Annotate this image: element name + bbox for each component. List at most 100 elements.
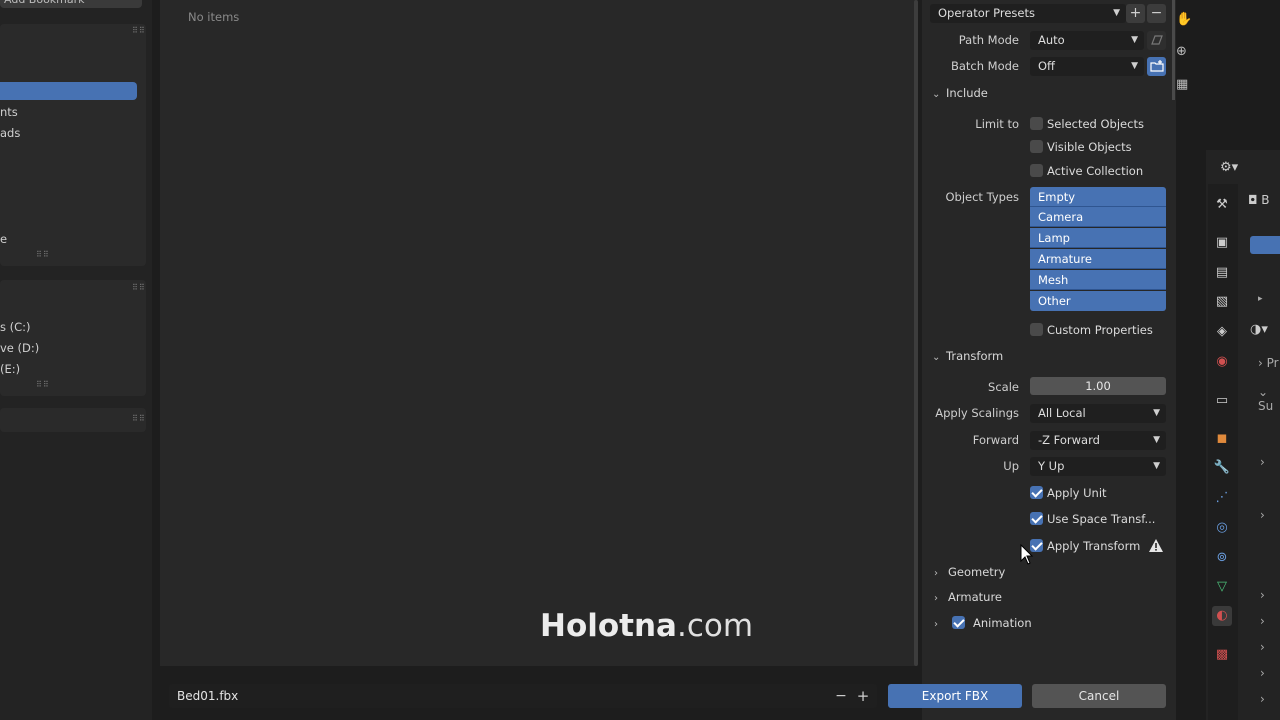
chevron-right-icon[interactable]: › Pr: [1258, 356, 1279, 370]
chevron-right-icon[interactable]: ›: [1260, 666, 1265, 680]
object-type-camera[interactable]: Camera: [1030, 207, 1166, 227]
bookmark-item[interactable]: ads: [0, 124, 20, 142]
custom-properties-checkbox[interactable]: [1030, 323, 1043, 336]
watermark-domain: .com: [676, 608, 754, 644]
chevron-right-icon[interactable]: ›: [1260, 588, 1265, 602]
modifier-icon[interactable]: 🔧: [1212, 458, 1232, 478]
visible-objects-checkbox[interactable]: [1030, 140, 1043, 153]
camera-view-icon[interactable]: ⊕: [1176, 44, 1187, 59]
filename-input[interactable]: Bed01.fbx: [169, 684, 877, 708]
bookmark-item-selected[interactable]: [0, 82, 137, 100]
chevron-down-icon: ⌄: [932, 89, 941, 100]
drive-item-d[interactable]: ve (D:): [0, 339, 39, 357]
resize-handle-icon[interactable]: ⠿⠿: [36, 380, 50, 389]
armature-section-header[interactable]: › Armature: [934, 590, 1002, 604]
scale-slider[interactable]: 1.00: [1030, 377, 1166, 395]
include-section-header[interactable]: ⌄ Include: [932, 86, 988, 100]
object-data-icon[interactable]: ▽: [1212, 577, 1232, 597]
object-type-empty[interactable]: Empty: [1030, 187, 1166, 207]
export-fbx-button[interactable]: Export FBX: [888, 684, 1022, 708]
physics-icon[interactable]: ◎: [1212, 518, 1232, 538]
apply-scalings-dropdown[interactable]: All Local ▼: [1030, 404, 1166, 423]
hand-icon[interactable]: ✋: [1176, 12, 1192, 27]
object-type-other[interactable]: Other: [1030, 291, 1166, 311]
bookmark-item[interactable]: e: [0, 230, 7, 248]
batch-mode-dropdown[interactable]: Off ▼: [1030, 57, 1144, 76]
resize-handle-icon[interactable]: ⠿⠿: [36, 250, 50, 259]
operator-presets-label: Operator Presets: [938, 6, 1035, 20]
collection-icon[interactable]: ▭: [1212, 391, 1232, 411]
render-icon[interactable]: ▣: [1212, 233, 1232, 253]
animation-label: Animation: [973, 616, 1032, 630]
view-layer-icon[interactable]: ▧: [1212, 292, 1232, 312]
constraints-icon[interactable]: ⊚: [1212, 548, 1232, 568]
object-icon[interactable]: ◼: [1212, 429, 1232, 449]
tool-icon[interactable]: ⚒: [1212, 195, 1232, 215]
add-bookmark-button[interactable]: Add Bookmark: [0, 0, 142, 8]
drag-handle-icon[interactable]: ⠿⠿: [132, 283, 146, 292]
output-icon[interactable]: ▤: [1212, 263, 1232, 283]
editor-type-icon[interactable]: ⚙▾: [1220, 160, 1238, 175]
chevron-down-icon: ⌄: [932, 352, 941, 363]
forward-axis-dropdown[interactable]: -Z Forward ▼: [1030, 431, 1166, 450]
path-mode-dropdown[interactable]: Auto ▼: [1030, 31, 1144, 50]
mouse-cursor-icon: [1020, 544, 1034, 565]
grid-icon[interactable]: ▦: [1176, 77, 1188, 92]
drive-item-c[interactable]: s (C:): [0, 318, 31, 336]
particles-icon[interactable]: ⋰: [1212, 488, 1232, 508]
increment-filename-button[interactable]: +: [856, 684, 870, 708]
drag-handle-icon[interactable]: ⠿⠿: [132, 26, 146, 35]
chevron-right-icon[interactable]: ›: [1260, 692, 1265, 706]
options-scrollbar[interactable]: [1172, 0, 1175, 100]
object-mode-icon[interactable]: ◘ B: [1248, 193, 1270, 207]
apply-scalings-value: All Local: [1038, 406, 1086, 420]
operator-presets-dropdown[interactable]: Operator Presets ▼: [930, 4, 1126, 23]
chevron-right-icon[interactable]: ›: [1260, 640, 1265, 654]
chevron-right-icon[interactable]: ▸: [1258, 294, 1263, 304]
world-icon[interactable]: ◉: [1212, 352, 1232, 372]
watermark: Holotna.com: [540, 608, 753, 644]
chevron-right-icon[interactable]: ›: [1260, 508, 1265, 522]
chevron-right-icon[interactable]: ›: [1260, 455, 1265, 469]
embed-textures-icon[interactable]: [1147, 31, 1166, 50]
chevron-down-icon: ▼: [1113, 8, 1120, 18]
object-type-lamp[interactable]: Lamp: [1030, 228, 1166, 248]
object-type-mesh[interactable]: Mesh: [1030, 270, 1166, 290]
transform-section-header[interactable]: ⌄ Transform: [932, 349, 1003, 363]
selected-objects-checkbox[interactable]: [1030, 117, 1043, 130]
armature-header-label: Armature: [948, 590, 1002, 604]
up-axis-dropdown[interactable]: Y Up ▼: [1030, 457, 1166, 476]
drive-item-e[interactable]: (E:): [0, 360, 20, 378]
use-space-transform-checkbox[interactable]: [1030, 512, 1043, 525]
file-list-area[interactable]: [160, 0, 917, 666]
material-slot[interactable]: [1250, 236, 1280, 254]
active-collection-checkbox[interactable]: [1030, 164, 1043, 177]
animation-checkbox[interactable]: [952, 616, 965, 629]
chevron-down-icon[interactable]: ⌄ Su: [1258, 385, 1280, 413]
object-types-label: Object Types: [945, 190, 1019, 204]
apply-unit-checkbox[interactable]: [1030, 486, 1043, 499]
material-icon[interactable]: ◐: [1212, 606, 1232, 626]
up-label: Up: [1003, 459, 1019, 473]
scale-label: Scale: [988, 380, 1019, 394]
chevron-right-icon[interactable]: ›: [1260, 614, 1265, 628]
bookmark-item[interactable]: nts: [0, 103, 18, 121]
chevron-down-icon: ▼: [1131, 35, 1138, 45]
drag-handle-icon[interactable]: ⠿⠿: [132, 414, 146, 423]
file-list-scrollbar[interactable]: [914, 0, 918, 666]
geometry-section-header[interactable]: › Geometry: [934, 565, 1005, 579]
empty-list-text: No items: [188, 10, 240, 24]
recent-panel: [0, 408, 146, 432]
cancel-button[interactable]: Cancel: [1032, 684, 1166, 708]
batch-mode-label: Batch Mode: [950, 59, 1019, 73]
remove-preset-button[interactable]: −: [1147, 4, 1166, 23]
animation-section-header[interactable]: ›: [934, 616, 948, 630]
chevron-right-icon: ›: [934, 568, 938, 579]
scene-icon[interactable]: ◈: [1212, 322, 1232, 342]
batch-own-dir-icon[interactable]: [1147, 57, 1166, 76]
object-type-armature[interactable]: Armature: [1030, 249, 1166, 269]
texture-icon[interactable]: ▩: [1212, 645, 1232, 665]
shading-icon[interactable]: ◑▾: [1250, 322, 1268, 337]
add-preset-button[interactable]: +: [1126, 4, 1145, 23]
decrement-filename-button[interactable]: −: [834, 684, 848, 708]
